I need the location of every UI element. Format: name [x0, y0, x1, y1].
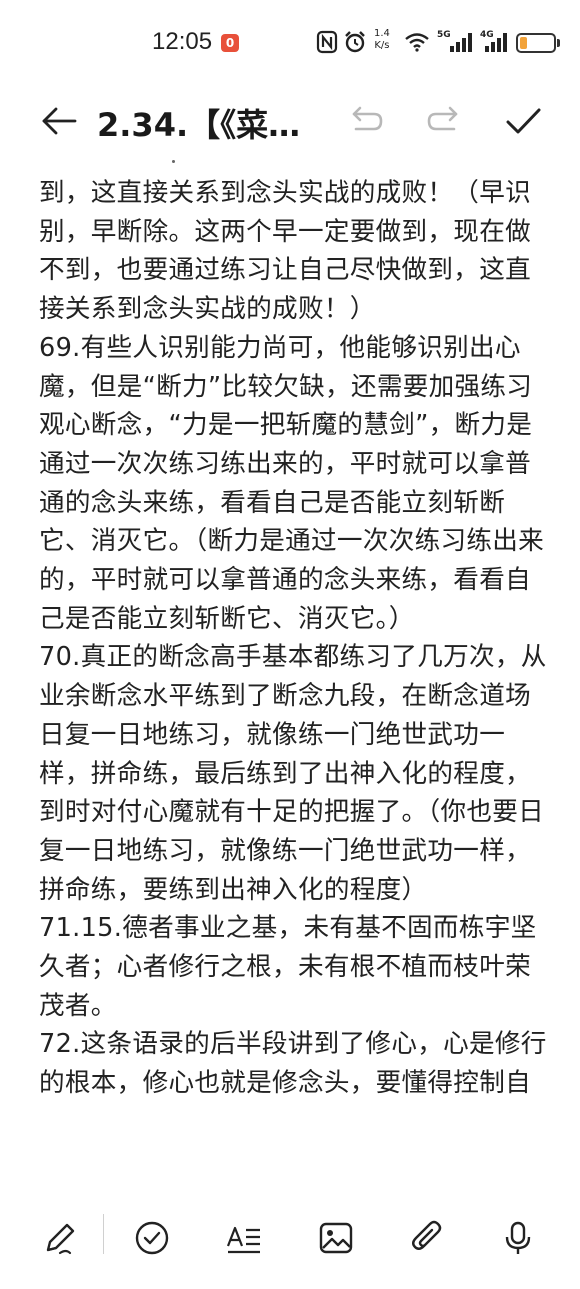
paragraph: 69.有些人识别能力尚可，他能够识别出心魔，但是“断力”比较欠缺，还需要加强练习… — [39, 332, 545, 634]
attachment-icon[interactable] — [408, 1218, 448, 1258]
nfc-icon — [316, 30, 338, 54]
network-speed-value: 1.4 — [374, 28, 390, 39]
undo-button[interactable] — [346, 102, 386, 142]
bottom-toolbar — [0, 1196, 580, 1278]
back-button[interactable] — [38, 100, 80, 142]
title-bar: 2.34.【《菜… — [0, 86, 580, 156]
arrow-left-icon — [42, 107, 77, 135]
redo-button[interactable] — [424, 102, 464, 142]
checkmark-icon — [506, 108, 541, 134]
wifi-icon — [405, 33, 429, 52]
done-button[interactable] — [502, 100, 544, 142]
paragraph: 到，这直接关系到念头实战的成败！（早识别，早断除。这两个早一定要做到，现在做不到… — [39, 178, 531, 325]
redo-icon — [427, 106, 458, 131]
notification-badge: 0 — [221, 34, 239, 52]
status-bar: 12:05 0 1.4 K/s 5G 4G — [0, 0, 580, 86]
network-speed-unit: K/s — [374, 40, 390, 51]
pen-icon[interactable] — [40, 1218, 80, 1258]
clock: 12:05 — [152, 28, 213, 55]
alarm-icon — [345, 31, 365, 53]
battery-tip — [557, 39, 560, 47]
note-body[interactable]: 到，这直接关系到念头实战的成败！（早识别，早断除。这两个早一定要做到，现在做不到… — [39, 174, 549, 1103]
paragraph: 71.15.德者事业之基，未有基不固而栋宇坚久者；心者修行之根，未有根不植而枝叶… — [39, 913, 537, 1021]
undo-icon — [352, 106, 383, 131]
paragraph: 70.真正的断念高手基本都练习了几万次，从业余断念水平练到了断念九段，在断念道场… — [39, 642, 547, 905]
network-speed: 1.4 K/s — [374, 28, 390, 52]
microphone-icon[interactable] — [498, 1218, 538, 1258]
checklist-icon[interactable] — [132, 1218, 172, 1258]
signal-strength-icon — [450, 33, 472, 52]
cursor-mark — [172, 160, 175, 163]
scroll-fade — [0, 1168, 580, 1190]
signal-strength-icon — [485, 33, 507, 52]
toolbar-divider — [103, 1214, 104, 1254]
battery-icon — [516, 33, 556, 53]
battery-level — [520, 37, 527, 49]
text-format-icon[interactable] — [224, 1218, 264, 1258]
note-title[interactable]: 2.34.【《菜… — [97, 100, 300, 146]
image-icon[interactable] — [316, 1218, 356, 1258]
note-editor[interactable]: 到，这直接关系到念头实战的成败！（早识别，早断除。这两个早一定要做到，现在做不到… — [0, 160, 580, 1190]
paragraph: 72.这条语录的后半段讲到了修心，心是修行的根本，修心也就是修念头，要懂得控制自 — [39, 1029, 547, 1099]
